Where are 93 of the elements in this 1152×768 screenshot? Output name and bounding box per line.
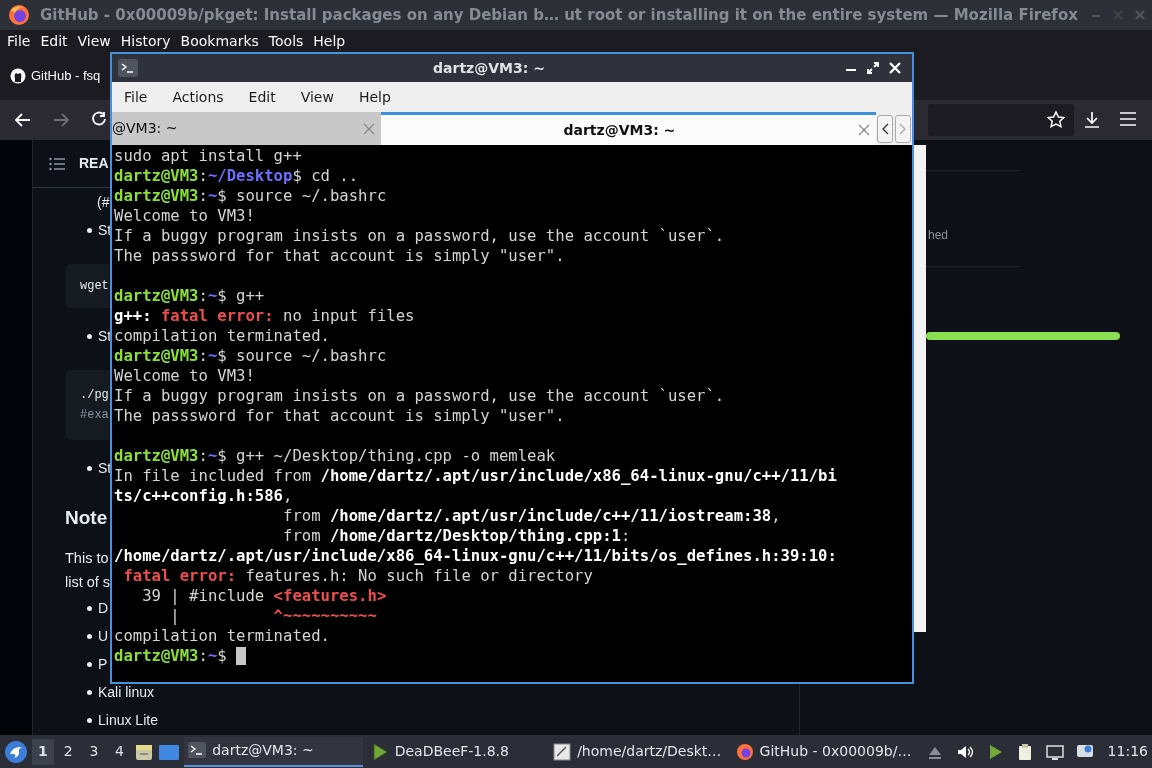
terminal-line: If a buggy program insists on a password, use the account `user`. bbox=[114, 226, 725, 246]
browser-tab[interactable]: GitHub - fsq bbox=[10, 66, 101, 86]
menu-item[interactable]: History bbox=[115, 30, 176, 52]
list-item: Kali linux bbox=[98, 682, 155, 702]
list-item: St bbox=[98, 220, 112, 240]
window-title: GitHub - 0x00009b/pkget: Install packages on any Debian b… ut root or installing it on the entire system — Mozilla Firefox bbox=[40, 4, 1078, 26]
terminal-line: dartz@VM3:~$ bbox=[114, 646, 228, 666]
taskbar-button[interactable]: DeaDBeeF-1.8.8 bbox=[366, 736, 546, 767]
menu-item[interactable]: Help bbox=[352, 86, 402, 108]
terminal-line: The passsword for that account is simply "user". bbox=[114, 246, 565, 266]
terminal-line: 39 | #include <features.h> bbox=[141, 586, 387, 606]
terminal-tab[interactable]: dartz@VM3: ~ bbox=[380, 112, 877, 145]
menu-item[interactable]: File bbox=[2, 30, 36, 52]
star-icon[interactable] bbox=[1046, 110, 1066, 130]
terminal-line: g++: fatal error: no input files bbox=[114, 306, 415, 326]
terminal-line: /home/dartz/.apt/usr/include/x86_64-linux-gnu/c++/11/bits/os_defines.h:39:10: bbox=[114, 546, 837, 566]
terminal-line: from /home/dartz/Desktop/thing.cpp:1: bbox=[282, 526, 631, 546]
terminal-line: from /home/dartz/.apt/usr/include/c++/11/iostream:38, bbox=[282, 506, 781, 526]
list-item: U bbox=[98, 626, 109, 646]
terminal-line: fatal error: features.h: No such file or directory bbox=[122, 566, 593, 586]
window-title: dartz@VM3: ~ bbox=[432, 58, 546, 78]
terminal-line: dartz@VM3:~$ source ~/.bashrc bbox=[114, 186, 387, 206]
maximize-icon[interactable] bbox=[865, 60, 881, 76]
address-bar[interactable] bbox=[928, 104, 1074, 136]
monitor-icon[interactable] bbox=[1045, 742, 1064, 761]
taskbar-button[interactable]: dartz@VM3: ~ bbox=[184, 736, 363, 767]
start-menu-icon[interactable] bbox=[4, 739, 28, 764]
list-item: Linux Lite bbox=[98, 710, 158, 730]
clock: 11:16 bbox=[1107, 742, 1148, 761]
terminal-line: | ^~~~~~~~~~~ bbox=[169, 606, 377, 626]
workspace-button[interactable]: 3 bbox=[83, 738, 105, 765]
list-icon bbox=[49, 156, 65, 171]
bullet-icon bbox=[87, 633, 92, 639]
terminal-line: compilation terminated. bbox=[114, 626, 330, 646]
terminal-icon bbox=[118, 59, 138, 77]
taskbar-button[interactable]: GitHub - 0x00009b/… bbox=[731, 736, 914, 767]
menu-item[interactable]: View bbox=[72, 30, 116, 52]
download-icon[interactable] bbox=[1082, 110, 1102, 130]
terminal-line: dartz@VM3:~/Desktop$ cd .. bbox=[114, 166, 359, 186]
bullet-icon bbox=[87, 333, 92, 339]
terminal-tab[interactable]: @VM3: ~ bbox=[112, 112, 381, 145]
readme-title: REA bbox=[79, 154, 109, 173]
code-line: ./pg bbox=[80, 387, 109, 404]
terminal-line: dartz@VM3:~$ source ~/.bashrc bbox=[114, 346, 387, 366]
body-text: (# bbox=[97, 192, 110, 212]
bullet-icon bbox=[87, 605, 92, 611]
workspace-button[interactable]: 4 bbox=[108, 738, 131, 765]
github-icon bbox=[10, 68, 26, 84]
document-icon bbox=[553, 742, 572, 761]
terminal-line: In file included from /home/dartz/.apt/usr/include/x86_64-linux-gnu/c++/11/bi bbox=[114, 466, 837, 486]
list-item: St bbox=[98, 458, 112, 478]
menu-item[interactable]: Help bbox=[308, 30, 351, 52]
list-item: P bbox=[98, 654, 108, 674]
workspace-button[interactable]: 1 bbox=[32, 738, 54, 765]
play-icon bbox=[370, 742, 389, 761]
menu-item[interactable]: Tools bbox=[263, 30, 309, 52]
terminal-icon bbox=[188, 741, 207, 760]
taskbar-button[interactable]: /home/dartz/Deskt… bbox=[549, 736, 728, 767]
code-line: wget bbox=[80, 278, 109, 295]
bullet-icon bbox=[87, 689, 92, 695]
sidebar-text: hed bbox=[928, 227, 949, 244]
terminal-line: The passsword for that account is simply "user". bbox=[114, 406, 565, 426]
workspace-button[interactable]: 2 bbox=[57, 738, 80, 765]
terminal-line: Welcome to VM3! bbox=[114, 206, 255, 226]
chevron-left-icon bbox=[881, 123, 890, 135]
terminal-line: ts/c++config.h:586, bbox=[114, 486, 293, 506]
bullet-icon bbox=[87, 717, 92, 723]
section-heading: Note bbox=[65, 505, 108, 530]
terminal-line: Welcome to VM3! bbox=[114, 366, 255, 386]
list-item: D bbox=[98, 598, 109, 618]
terminal-line: dartz@VM3:~$ g++ bbox=[114, 286, 265, 306]
menu-item[interactable]: Edit bbox=[35, 30, 73, 52]
terminal-line: sudo apt install g++ bbox=[114, 146, 302, 166]
scroll-left-button[interactable] bbox=[877, 115, 894, 143]
terminal-line: compilation terminated. bbox=[114, 326, 330, 346]
bullet-icon bbox=[87, 465, 92, 471]
menu-item[interactable]: Bookmarks bbox=[175, 30, 264, 52]
menu-item[interactable]: View bbox=[294, 86, 345, 108]
firefox-logo-icon bbox=[735, 742, 754, 761]
firefox-logo-icon bbox=[8, 4, 30, 26]
chevron-right-icon bbox=[899, 123, 907, 135]
menu-item[interactable]: File bbox=[118, 86, 159, 108]
body-text: list of s bbox=[65, 574, 111, 590]
terminal-line: If a buggy program insists on a password, use the account `user`. bbox=[114, 386, 725, 406]
bullet-icon bbox=[87, 661, 92, 667]
menu-icon[interactable] bbox=[1119, 110, 1137, 128]
terminal-line: dartz@VM3:~$ g++ ~/Desktop/thing.cpp -o memleak bbox=[114, 446, 556, 466]
menu-item[interactable]: Edit bbox=[242, 86, 287, 108]
code-line: #exa bbox=[80, 407, 109, 424]
bullet-icon bbox=[87, 227, 92, 233]
body-text: This to bbox=[65, 550, 109, 566]
list-item: St bbox=[98, 326, 112, 346]
menu-item[interactable]: Actions bbox=[166, 86, 235, 108]
